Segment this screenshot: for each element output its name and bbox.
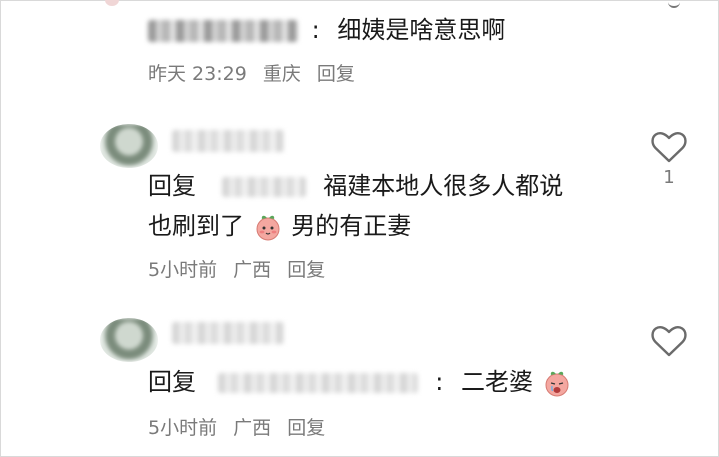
redacted-username: [148, 20, 298, 42]
colon-separator: :: [311, 16, 320, 44]
like-count: 1: [663, 167, 675, 188]
like-button[interactable]: 1: [647, 130, 691, 188]
comment-location: 广西: [233, 259, 272, 281]
reply-prefix: 回复: [148, 172, 196, 200]
avatar[interactable]: [100, 124, 158, 168]
redacted-mention: [221, 177, 306, 197]
redacted-username[interactable]: [172, 130, 284, 152]
comment-content: 二老婆: [461, 368, 534, 396]
comment-time: 5小时前: [148, 259, 218, 281]
heart-outline-icon: [651, 132, 687, 163]
comment-1-text: : 细姨是啥意思啊: [148, 14, 505, 46]
reply-button[interactable]: 回复: [287, 417, 325, 439]
comment-3-meta: 5小时前 广西 回复: [148, 416, 335, 440]
heart-outline-icon: [651, 326, 687, 357]
redacted-username[interactable]: [172, 322, 284, 344]
comment-1-meta: 昨天 23:29 重庆 回复: [148, 62, 365, 86]
comment-time: 5小时前: [148, 417, 218, 439]
reply-button[interactable]: 回复: [287, 259, 325, 281]
reply-button[interactable]: 回复: [317, 63, 355, 85]
comment-location: 重庆: [262, 63, 301, 85]
comment-content-part: 也刷到了: [148, 212, 244, 240]
redacted-mention: [217, 373, 418, 393]
peach-face-emoji-icon: [545, 371, 569, 397]
like-button[interactable]: [647, 324, 691, 362]
comment-location: 广西: [233, 417, 272, 439]
colon-separator: :: [435, 368, 444, 396]
avatar[interactable]: [100, 318, 158, 362]
comment-2-line-2: 也刷到了 男的有正妻: [148, 210, 411, 242]
comment-2-meta: 5小时前 广西 回复: [148, 258, 335, 282]
comment-content-part: 男的有正妻: [291, 212, 412, 240]
peach-face-emoji-icon: [256, 215, 280, 241]
comment-2-line-1: 回复 福建本地人很多人都说: [148, 170, 563, 202]
comment-3-text: 回复 : 二老婆: [148, 366, 573, 398]
comment-time: 昨天 23:29: [148, 63, 247, 85]
comment-content: 福建本地人很多人都说: [323, 172, 564, 200]
reply-prefix: 回复: [148, 368, 196, 396]
comment-content: 细姨是啥意思啊: [337, 16, 506, 44]
